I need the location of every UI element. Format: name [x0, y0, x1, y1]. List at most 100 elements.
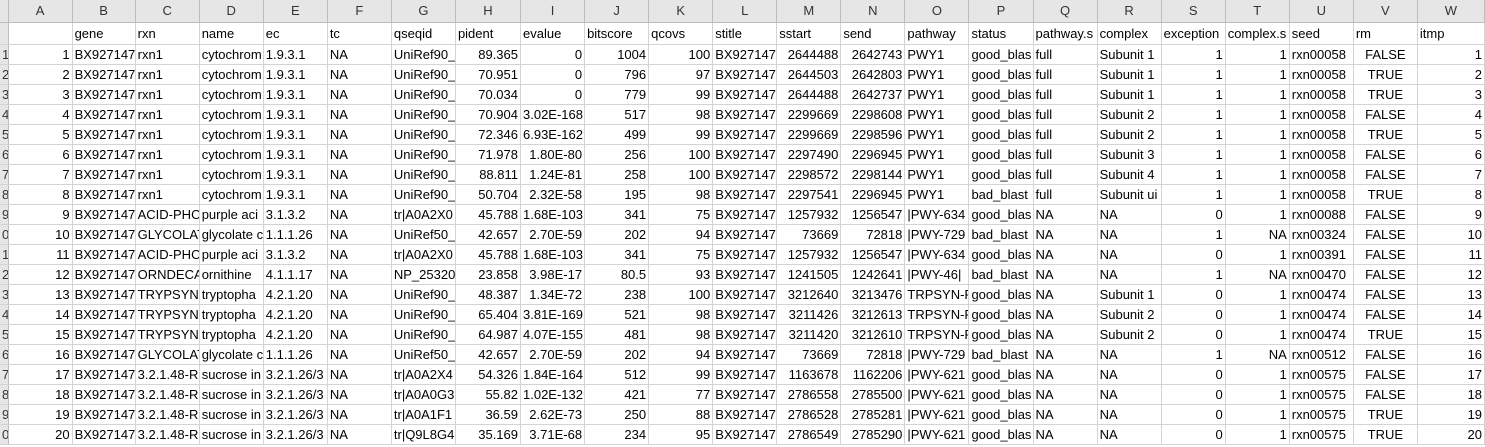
- table-cell[interactable]: good_blas: [968, 104, 1034, 125]
- table-cell[interactable]: 75: [648, 204, 714, 225]
- table-cell[interactable]: cytochrom: [199, 64, 264, 85]
- table-cell[interactable]: 97: [648, 64, 714, 85]
- table-cell[interactable]: 0: [520, 84, 586, 105]
- table-cell[interactable]: good_blas: [968, 424, 1034, 445]
- table-cell[interactable]: 5: [8, 124, 73, 145]
- table-cell[interactable]: bad_blast: [968, 184, 1034, 205]
- table-cell[interactable]: tryptopha: [199, 324, 264, 345]
- table-cell[interactable]: BX927147.: [712, 364, 778, 385]
- table-cell[interactable]: 73669: [776, 224, 842, 245]
- table-cell[interactable]: 1: [1161, 104, 1226, 125]
- table-cell[interactable]: Subunit 1: [1097, 84, 1162, 105]
- table-cell[interactable]: BX927147.: [712, 204, 778, 225]
- table-cell[interactable]: 2786558: [776, 384, 842, 405]
- table-cell[interactable]: tryptopha: [199, 304, 264, 325]
- table-cell[interactable]: GLYCOLAT: [135, 344, 200, 365]
- table-cell[interactable]: 3213476: [840, 284, 906, 305]
- table-cell[interactable]: 1: [1225, 184, 1290, 205]
- table-cell[interactable]: 18: [8, 384, 73, 405]
- table-cell[interactable]: NA: [327, 324, 392, 345]
- table-cell[interactable]: BX927147.: [712, 304, 778, 325]
- table-cell[interactable]: 3.2.1.26/3: [263, 424, 328, 445]
- table-cell[interactable]: 2299669: [776, 124, 842, 145]
- table-cell[interactable]: UniRef90_: [391, 184, 456, 205]
- table-cell[interactable]: 3.2.1.26/3: [263, 404, 328, 425]
- table-cell[interactable]: BX927147.: [712, 404, 778, 425]
- row-header[interactable]: 2: [0, 264, 9, 285]
- table-cell[interactable]: UniRef50_: [391, 344, 456, 365]
- table-cell[interactable]: NA: [327, 264, 392, 285]
- table-cell[interactable]: good_blas: [968, 244, 1034, 265]
- row-header[interactable]: 0: [0, 424, 9, 445]
- table-cell[interactable]: cytochrom: [199, 44, 264, 65]
- table-cell[interactable]: TRYPSYN-I: [135, 304, 200, 325]
- table-cell[interactable]: ornithine: [199, 264, 264, 285]
- table-cell[interactable]: UniRef90_: [391, 164, 456, 185]
- table-cell[interactable]: rxn00512: [1289, 344, 1354, 365]
- table-cell[interactable]: NA: [327, 224, 392, 245]
- table-cell[interactable]: 3.81E-169: [520, 304, 586, 325]
- table-cell[interactable]: 89.365: [455, 44, 522, 65]
- table-cell[interactable]: 2.32E-58: [520, 184, 586, 205]
- table-cell[interactable]: NA: [1033, 284, 1098, 305]
- table-cell[interactable]: PWY1: [904, 64, 970, 85]
- table-cell[interactable]: NA: [1097, 404, 1162, 425]
- table-cell[interactable]: NA: [327, 364, 392, 385]
- table-cell[interactable]: 2644488: [776, 84, 842, 105]
- table-cell[interactable]: BX927147.: [712, 424, 778, 445]
- table-cell[interactable]: 2296945: [840, 144, 906, 165]
- table-cell[interactable]: 1: [1161, 264, 1226, 285]
- table-cell[interactable]: cytochrom: [199, 144, 264, 165]
- table-cell[interactable]: 1.1.1.26: [263, 224, 328, 245]
- table-cell[interactable]: 17: [1417, 364, 1485, 385]
- table-cell[interactable]: 1: [1225, 44, 1290, 65]
- table-cell[interactable]: 779: [584, 84, 650, 105]
- table-cell[interactable]: NA: [1033, 204, 1098, 225]
- table-cell[interactable]: tr|Q9L8G4: [391, 424, 456, 445]
- table-cell[interactable]: TRUE: [1353, 404, 1418, 425]
- table-cell[interactable]: 1163678: [776, 364, 842, 385]
- table-cell[interactable]: 2298572: [776, 164, 842, 185]
- table-cell[interactable]: rxn00058: [1289, 164, 1354, 185]
- table-cell[interactable]: PWY1: [904, 184, 970, 205]
- table-cell[interactable]: NA: [327, 404, 392, 425]
- table-cell[interactable]: 13: [1417, 284, 1485, 305]
- table-cell[interactable]: 1.9.3.1: [263, 104, 328, 125]
- table-cell[interactable]: 98: [648, 184, 714, 205]
- table-cell[interactable]: 1: [1161, 144, 1226, 165]
- table-cell[interactable]: FALSE: [1353, 44, 1418, 65]
- table-cell[interactable]: 0: [1161, 204, 1226, 225]
- table-cell[interactable]: NA: [1033, 244, 1098, 265]
- table-cell[interactable]: TRUE: [1353, 184, 1418, 205]
- column-header-b[interactable]: B: [72, 0, 136, 23]
- table-cell[interactable]: 98: [648, 104, 714, 125]
- table-cell[interactable]: good_blas: [968, 364, 1034, 385]
- table-cell[interactable]: 72818: [840, 224, 906, 245]
- table-cell[interactable]: rxn00474: [1289, 304, 1354, 325]
- table-cell[interactable]: 3.2.1.48-R: [135, 384, 200, 405]
- table-cell[interactable]: 2786549: [776, 424, 842, 445]
- table-cell[interactable]: good_blas: [968, 324, 1034, 345]
- header-cell-blank[interactable]: [8, 22, 73, 45]
- table-cell[interactable]: UniRef90_: [391, 44, 456, 65]
- table-cell[interactable]: good_blas: [968, 84, 1034, 105]
- table-cell[interactable]: NA: [1097, 264, 1162, 285]
- table-cell[interactable]: 70.904: [455, 104, 522, 125]
- table-cell[interactable]: good_blas: [968, 304, 1034, 325]
- table-cell[interactable]: 42.657: [455, 344, 522, 365]
- table-cell[interactable]: good_blas: [968, 164, 1034, 185]
- header-cell-exception[interactable]: exception: [1161, 22, 1226, 45]
- table-cell[interactable]: BX927147.: [72, 404, 136, 425]
- table-cell[interactable]: NA: [327, 284, 392, 305]
- table-cell[interactable]: NA: [1033, 424, 1098, 445]
- table-cell[interactable]: 5: [1417, 124, 1485, 145]
- table-cell[interactable]: 3.2.1.48-R: [135, 364, 200, 385]
- table-cell[interactable]: 1: [1161, 84, 1226, 105]
- row-header[interactable]: 3: [0, 284, 9, 305]
- table-cell[interactable]: 1.9.3.1: [263, 84, 328, 105]
- table-cell[interactable]: 238: [584, 284, 650, 305]
- table-cell[interactable]: 3.1.3.2: [263, 244, 328, 265]
- table-cell[interactable]: 2644503: [776, 64, 842, 85]
- table-cell[interactable]: BX927147.: [72, 324, 136, 345]
- row-header[interactable]: 1: [0, 244, 9, 265]
